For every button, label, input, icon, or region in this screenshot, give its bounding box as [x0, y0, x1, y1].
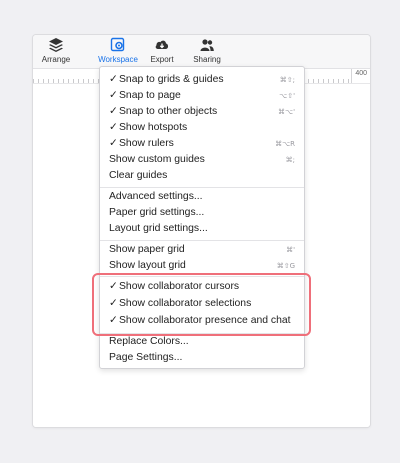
menu-item-layout-grid-settings[interactable]: Layout grid settings...	[100, 221, 304, 237]
menu-item-label: Snap to grids & guides	[119, 74, 224, 85]
menu-item-page-settings[interactable]: Page Settings...	[100, 350, 304, 366]
menu-item-shortcut: ⌘'	[286, 246, 295, 254]
menu-item-label: Replace Colors...	[109, 336, 189, 347]
menu-item-label: Show rulers	[119, 138, 174, 149]
toolbar-export-button[interactable]: Export	[149, 37, 175, 67]
cloud-download-icon	[155, 40, 169, 49]
menu-item-paper-grid-settings[interactable]: Paper grid settings...	[100, 205, 304, 221]
workspace-gear-icon	[110, 37, 125, 52]
menu-item-shortcut: ⌥⇧'	[279, 92, 295, 100]
menu-item-shortcut: ⌘⌥R	[275, 140, 295, 148]
menu-item-snap-to-other-objects[interactable]: ✓ Snap to other objects ⌘⌥'	[100, 104, 304, 120]
toolbar-workspace-label: Workspace	[98, 55, 138, 64]
menu-separator	[100, 240, 304, 241]
menu-item-shortcut: ⌘⇧G	[276, 262, 295, 270]
menu-item-show-rulers[interactable]: ✓ Show rulers ⌘⌥R	[100, 136, 304, 152]
toolbar-workspace-button[interactable]: Workspace	[98, 37, 138, 67]
menu-item-advanced-settings[interactable]: Advanced settings...	[100, 189, 304, 205]
menu-item-replace-colors[interactable]: Replace Colors...	[100, 334, 304, 350]
menu-item-label: Clear guides	[109, 170, 168, 181]
menu-item-label: Show custom guides	[109, 154, 205, 165]
menu-item-shortcut: ⌘⇧;	[279, 76, 295, 84]
toolbar-sharing-label: Sharing	[193, 55, 221, 64]
menu-item-shortcut: ⌘;	[285, 156, 295, 164]
menu-item-show-hotspots[interactable]: ✓ Show hotspots	[100, 120, 304, 136]
layers-icon	[49, 38, 63, 52]
ruler-mark: 400	[351, 69, 370, 83]
menu-item-snap-to-grids-guides[interactable]: ✓ Snap to grids & guides ⌘⇧;	[100, 72, 304, 88]
menu-item-label: Show hotspots	[119, 122, 188, 133]
menu-item-show-paper-grid[interactable]: Show paper grid ⌘'	[100, 242, 304, 258]
checkmark-icon: ✓	[109, 74, 118, 85]
menu-item-label: Snap to other objects	[119, 106, 218, 117]
menu-item-show-layout-grid[interactable]: Show layout grid ⌘⇧G	[100, 258, 304, 274]
toolbar-arrange-label: Arrange	[41, 55, 71, 64]
checkmark-icon: ✓	[109, 106, 118, 117]
menu-item-show-custom-guides[interactable]: Show custom guides ⌘;	[100, 152, 304, 168]
menu-item-clear-guides[interactable]: Clear guides	[100, 168, 304, 184]
checkmark-icon: ✓	[109, 122, 118, 133]
menu-item-label: Paper grid settings...	[109, 207, 205, 218]
highlight-box	[92, 273, 311, 336]
menu-item-snap-to-page[interactable]: ✓ Snap to page ⌥⇧'	[100, 88, 304, 104]
toolbar-arrange-button[interactable]: Arrange	[42, 37, 70, 67]
toolbar-sharing-button[interactable]: Sharing	[193, 37, 221, 67]
menu-item-label: Show layout grid	[109, 260, 186, 271]
checkmark-icon: ✓	[109, 138, 118, 149]
toolbar: Arrange Workspace Export Sharing	[33, 35, 370, 69]
menu-item-shortcut: ⌘⌥'	[278, 108, 295, 116]
menu-separator	[100, 187, 304, 188]
users-icon	[200, 39, 214, 51]
menu-item-label: Page Settings...	[109, 352, 183, 363]
menu-item-label: Advanced settings...	[109, 191, 203, 202]
menu-item-label: Snap to page	[119, 90, 181, 101]
menu-item-label: Layout grid settings...	[109, 223, 208, 234]
toolbar-export-label: Export	[150, 55, 174, 64]
menu-item-label: Show paper grid	[109, 244, 185, 255]
checkmark-icon: ✓	[109, 90, 118, 101]
